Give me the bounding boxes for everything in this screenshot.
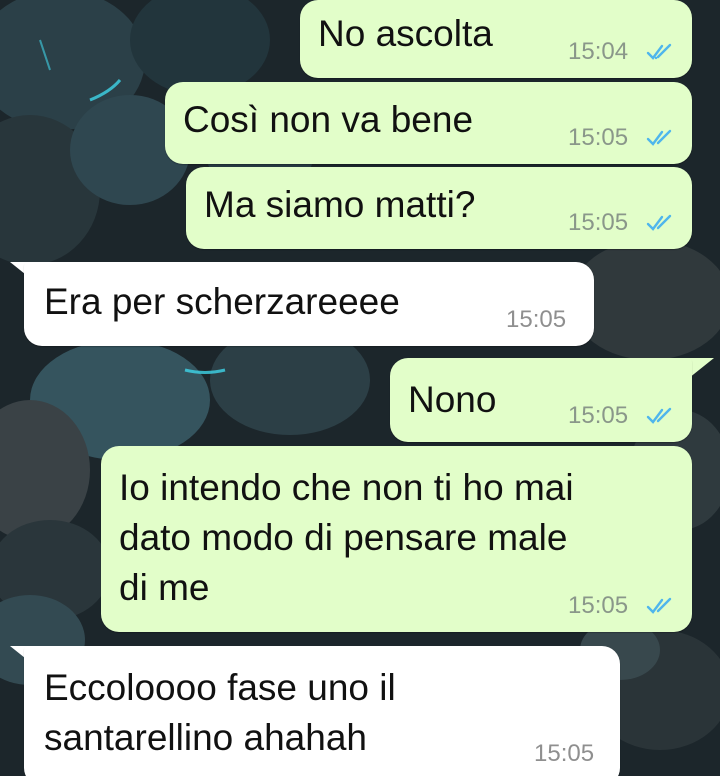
message-bubble-incoming[interactable]: Era per scherzareeee 15:05 <box>24 262 594 346</box>
double-check-read-icon <box>646 597 672 614</box>
message-time: 15:05 <box>534 740 595 767</box>
message-text-line: Io intendo che non ti ho mai <box>119 467 574 508</box>
message-text: Era per scherzareeee <box>44 281 400 322</box>
message-text: Così non va bene <box>183 99 474 140</box>
message-text-line: di me <box>119 567 210 608</box>
message-bubble-outgoing[interactable]: No ascolta 15:04 <box>300 0 692 78</box>
double-check-read-icon <box>646 129 672 146</box>
message-text-line: santarellino ahahah <box>44 717 367 758</box>
message-text: Nono <box>408 379 497 420</box>
message-time: 15:05 <box>506 306 567 333</box>
message-bubble-incoming[interactable]: Eccoloooo fase uno il santarellino ahaha… <box>24 646 620 776</box>
message-text: No ascolta <box>318 13 493 54</box>
message-bubble-outgoing[interactable]: Nono 15:05 <box>390 358 692 442</box>
message-text-line: Eccoloooo fase uno il <box>44 667 396 708</box>
message-time: 15:05 <box>568 209 629 236</box>
message-text: Ma siamo matti? <box>204 184 476 225</box>
message-bubble-outgoing[interactable]: Così non va bene 15:05 <box>165 82 692 164</box>
message-time: 15:05 <box>568 592 629 619</box>
double-check-read-icon <box>646 43 672 60</box>
message-time: 15:04 <box>568 38 629 65</box>
double-check-read-icon <box>646 407 672 424</box>
message-time: 15:05 <box>568 402 629 429</box>
message-time: 15:05 <box>568 124 629 151</box>
message-text-line: dato modo di pensare male <box>119 517 568 558</box>
double-check-read-icon <box>646 214 672 231</box>
message-bubble-outgoing[interactable]: Ma siamo matti? 15:05 <box>186 167 692 249</box>
message-bubble-outgoing[interactable]: Io intendo che non ti ho mai dato modo d… <box>101 446 692 632</box>
